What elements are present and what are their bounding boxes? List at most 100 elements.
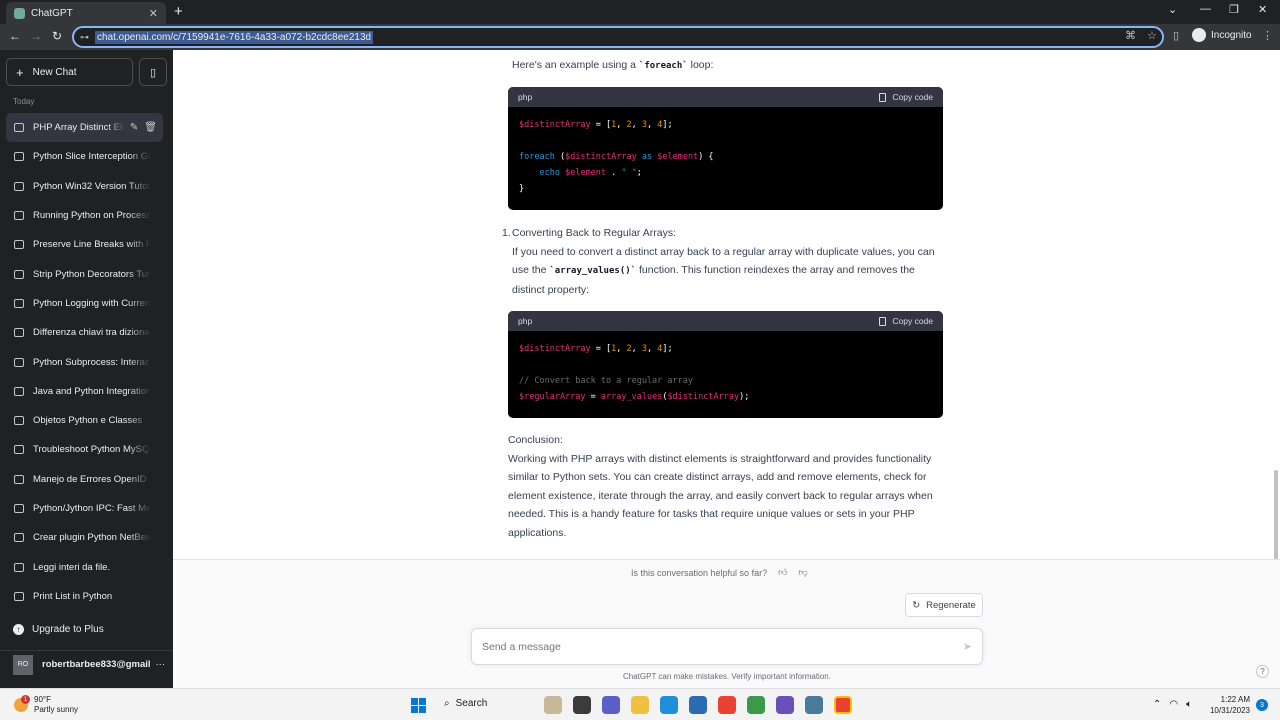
more-icon[interactable]: ···: [156, 659, 166, 670]
conversation-item[interactable]: Python Slice Interception Gu: [6, 142, 163, 171]
conversation-item[interactable]: Python/Jython IPC: Fast Meth: [6, 494, 163, 523]
send-icon[interactable]: ➤: [963, 640, 972, 653]
conversation-item[interactable]: Python Win32 Version Tutori: [6, 172, 163, 201]
message-input[interactable]: [482, 640, 942, 653]
volume-icon[interactable]: 🔈︎: [1186, 699, 1192, 710]
conversation-item[interactable]: Strip Python Decorators Tuto: [6, 259, 163, 288]
back-icon[interactable]: ←: [9, 29, 21, 43]
chatgpt-favicon-icon: [14, 7, 25, 19]
window-close-icon[interactable]: ✕: [1258, 3, 1267, 16]
delete-icon[interactable]: 🗑︎: [144, 122, 157, 133]
tab-title: ChatGPT: [31, 7, 73, 19]
excel-app-icon[interactable]: [747, 696, 765, 714]
avatar: RO: [13, 654, 33, 675]
conversation-item[interactable]: PHP Array Distinct Ele ✎ 🗑︎: [6, 113, 163, 143]
code-language: php: [518, 315, 533, 326]
widget-app-icon[interactable]: [544, 696, 562, 714]
start-button[interactable]: [411, 698, 426, 713]
conversation-title: Print List in Python: [33, 590, 113, 602]
conversation-item[interactable]: Java and Python Integration: [6, 377, 163, 406]
clock-time: 1:22 AM: [1220, 695, 1250, 704]
wifi-icon[interactable]: ◠: [1169, 699, 1178, 710]
conversation-item[interactable]: Objetos Python e Classes: [6, 406, 163, 435]
browser-tab[interactable]: ChatGPT ✕: [6, 2, 166, 24]
upgrade-button[interactable]: ↑ Upgrade to Plus: [13, 624, 104, 635]
conversation-item[interactable]: Running Python on Processo: [6, 201, 163, 230]
new-tab-icon[interactable]: +: [174, 3, 183, 20]
conversation-item[interactable]: Preserve Line Breaks with Py: [6, 230, 163, 259]
code-block-header: php Copy code: [508, 87, 943, 107]
code-language: php: [518, 91, 533, 102]
clipboard-icon: [879, 92, 887, 102]
file-explorer-icon[interactable]: [631, 696, 649, 714]
chat-bubble-icon: [14, 269, 24, 279]
chevron-up-icon[interactable]: ⌃: [1153, 699, 1161, 710]
weather-widget[interactable]: 1 90°F Partly sunny: [14, 695, 78, 715]
chat-bubble-icon: [14, 298, 24, 308]
copy-code-button[interactable]: Copy code: [879, 312, 933, 331]
intro-text: Here's an example using a `foreach` loop…: [512, 56, 713, 76]
regenerate-button[interactable]: ↻ Regenerate: [905, 593, 983, 617]
upgrade-icon: ↑: [13, 624, 24, 635]
thumbs-down-icon[interactable]: 👎︎: [798, 567, 807, 578]
search-icon: ⌕: [444, 698, 450, 709]
new-chat-button[interactable]: + New Chat: [6, 58, 133, 86]
tab-close-icon[interactable]: ✕: [149, 7, 158, 20]
conversation-title: Python Slice Interception Gu: [33, 151, 151, 163]
conversation-title: Python Win32 Version Tutori: [33, 180, 151, 192]
network-app-icon[interactable]: [805, 696, 823, 714]
extension-icon[interactable]: ⌘: [1125, 29, 1136, 42]
conversation-item[interactable]: Manejo de Errores OpenID: [6, 465, 163, 494]
terminal-app-icon[interactable]: [573, 696, 591, 714]
chat-bubble-icon: [14, 211, 24, 221]
conclusion: Conclusion: Working with PHP arrays with…: [508, 431, 944, 542]
forward-icon[interactable]: →: [30, 29, 42, 43]
conversation-title: Python Logging with Current: [33, 297, 151, 309]
chrome-icon[interactable]: [718, 696, 736, 714]
vpn-app-icon[interactable]: [776, 696, 794, 714]
maximize-icon[interactable]: ❐: [1229, 3, 1239, 16]
clock-date: 10/31/2023: [1209, 706, 1250, 715]
conversation-title: Strip Python Decorators Tuto: [33, 268, 151, 280]
conversation-item[interactable]: Python Logging with Current: [6, 289, 163, 318]
url-text[interactable]: chat.openai.com/c/7159941e-7616-4a33-a07…: [95, 30, 374, 44]
incognito-indicator[interactable]: Incognito: [1192, 28, 1252, 42]
notification-badge[interactable]: 3: [1256, 699, 1268, 711]
teams-app-icon[interactable]: [602, 696, 620, 714]
site-info-icon[interactable]: ⊶: [80, 32, 89, 43]
chat-bubble-icon: [14, 240, 24, 250]
chat-bubble-icon: [14, 181, 24, 191]
conversation-item[interactable]: Troubleshoot Python MySQL: [6, 435, 163, 464]
code-block-array-values: php Copy code $distinctArray = [1, 2, 3,…: [508, 311, 943, 418]
conversation-item[interactable]: Print List in Python: [6, 582, 163, 611]
store-app-icon[interactable]: [689, 696, 707, 714]
address-bar[interactable]: ⊶ chat.openai.com/c/7159941e-7616-4a33-a…: [72, 26, 1164, 48]
refresh-icon: ↻: [912, 599, 921, 611]
conversation-item[interactable]: Python Subprocess: Interact: [6, 347, 163, 376]
tab-search-icon[interactable]: ⌄: [1168, 3, 1177, 16]
side-panel-icon[interactable]: ▯: [1173, 29, 1179, 42]
reload-icon[interactable]: ↻: [52, 29, 62, 43]
upgrade-label: Upgrade to Plus: [32, 624, 104, 635]
chrome-active-icon[interactable]: [834, 696, 852, 714]
bookmark-star-icon[interactable]: ☆: [1147, 29, 1157, 42]
minimize-icon[interactable]: —: [1200, 3, 1211, 15]
edit-icon[interactable]: ✎: [130, 122, 138, 133]
clock[interactable]: 1:22 AM 10/31/2023: [1205, 694, 1250, 716]
chat-bubble-icon: [14, 386, 24, 396]
conversation-item[interactable]: Crear plugin Python NetBean: [6, 523, 163, 552]
thumbs-up-icon[interactable]: 👍︎: [778, 567, 787, 578]
taskbar-search[interactable]: ⌕ Search: [444, 698, 487, 709]
help-button[interactable]: ?: [1256, 665, 1269, 678]
code-content: $distinctArray = [1, 2, 3, 4]; foreach (…: [519, 120, 714, 194]
conversation-item[interactable]: Differenza chiavi tra dizionari: [6, 318, 163, 347]
message-composer[interactable]: ➤: [471, 628, 983, 665]
account-menu[interactable]: RO robertbarbee833@gmail ···: [0, 650, 173, 678]
code-content: $distinctArray = [1, 2, 3, 4]; // Conver…: [519, 344, 750, 402]
chat-scrollbar[interactable]: [1274, 470, 1278, 560]
edge-browser-icon[interactable]: [660, 696, 678, 714]
conversation-item[interactable]: Leggi interi da file.: [6, 552, 163, 581]
browser-menu-icon[interactable]: ⋮: [1262, 29, 1273, 42]
copy-code-button[interactable]: Copy code: [879, 88, 933, 107]
sidebar-toggle-icon[interactable]: ▯: [139, 58, 167, 86]
